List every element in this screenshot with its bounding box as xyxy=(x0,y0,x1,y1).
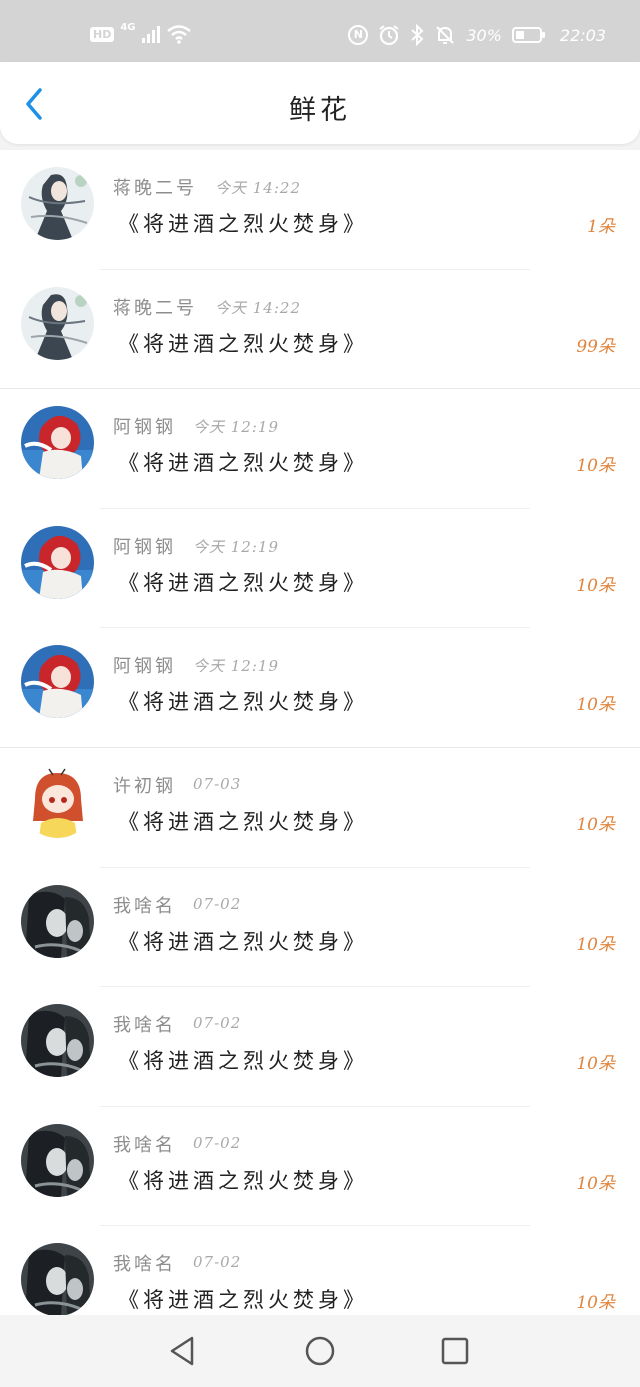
status-bar-left: HD 4G xyxy=(90,21,192,44)
clock: 22:03 xyxy=(559,25,606,45)
signal-icon xyxy=(141,25,160,43)
flower-count: 10朵 xyxy=(576,814,615,835)
send-time: 07-02 xyxy=(193,1133,242,1152)
send-time: 07-03 xyxy=(193,774,242,793)
sender-name[interactable]: 阿钢钢 xyxy=(113,533,176,559)
send-time: 今天 12:19 xyxy=(193,537,279,556)
nav-recents-button[interactable] xyxy=(439,1335,471,1367)
flower-count: 10朵 xyxy=(576,934,615,955)
flower-count: 99朵 xyxy=(576,336,615,357)
book-title[interactable]: 《将进酒之烈火焚身》 xyxy=(118,1045,368,1075)
avatar[interactable] xyxy=(21,1243,94,1315)
send-time: 07-02 xyxy=(193,1253,242,1272)
book-title[interactable]: 《将进酒之烈火焚身》 xyxy=(118,328,368,358)
avatar[interactable] xyxy=(21,1123,94,1197)
wifi-icon xyxy=(166,25,191,44)
square-recents-icon xyxy=(441,1337,469,1365)
book-title[interactable]: 《将进酒之烈火焚身》 xyxy=(118,567,368,597)
sender-name[interactable]: 许初钢 xyxy=(113,772,176,798)
book-title[interactable]: 《将进酒之烈火焚身》 xyxy=(118,1165,368,1195)
avatar[interactable] xyxy=(21,764,94,838)
avatar[interactable] xyxy=(21,167,94,240)
book-title[interactable]: 《将进酒之烈火焚身》 xyxy=(118,806,368,836)
alarm-icon xyxy=(379,25,399,46)
send-time: 今天 12:19 xyxy=(193,418,279,437)
circle-home-icon xyxy=(305,1336,335,1366)
nfc-icon: N xyxy=(348,25,369,45)
status-bar: HD 4G N 30% 22:03 xyxy=(0,0,640,62)
sender-name[interactable]: 我啥名 xyxy=(113,892,176,918)
avatar[interactable] xyxy=(21,406,94,480)
sender-name[interactable]: 阿钢钢 xyxy=(113,652,176,678)
hd-badge: HD xyxy=(90,26,115,42)
flower-record-row[interactable]: 蒋晚二号 今天 14:22 《将进酒之烈火焚身》 99朵 xyxy=(0,270,640,390)
battery-percent: 30% xyxy=(466,25,502,45)
sender-name[interactable]: 我啥名 xyxy=(113,1011,176,1037)
app-header: 鲜花 xyxy=(0,62,640,144)
send-time: 07-02 xyxy=(193,1014,242,1033)
book-title[interactable]: 《将进酒之烈火焚身》 xyxy=(118,1284,368,1314)
sender-name[interactable]: 蒋晚二号 xyxy=(113,174,197,200)
flower-record-row[interactable]: 我啥名 07-02 《将进酒之烈火焚身》 10朵 xyxy=(0,868,640,988)
sender-name[interactable]: 阿钢钢 xyxy=(113,413,176,439)
triangle-back-icon xyxy=(170,1336,194,1366)
avatar[interactable] xyxy=(21,286,94,360)
battery-icon xyxy=(511,27,545,43)
flower-record-list[interactable]: 蒋晚二号 今天 14:22 《将进酒之烈火焚身》 1朵 蒋晚二号 今天 14:22 《将进酒… xyxy=(0,150,640,1315)
avatar[interactable] xyxy=(21,884,94,958)
book-title[interactable]: 《将进酒之烈火焚身》 xyxy=(118,208,368,238)
flower-count: 10朵 xyxy=(576,695,615,716)
nav-home-button[interactable] xyxy=(304,1335,336,1367)
mute-icon xyxy=(436,26,455,44)
book-title[interactable]: 《将进酒之烈火焚身》 xyxy=(118,926,368,956)
flower-record-row[interactable]: 我啥名 07-02 《将进酒之烈火焚身》 10朵 xyxy=(0,1107,640,1227)
nav-back-button[interactable] xyxy=(166,1335,198,1367)
send-time: 今天 14:22 xyxy=(215,298,301,317)
avatar[interactable] xyxy=(21,525,94,599)
flower-record-row[interactable]: 蒋晚二号 今天 14:22 《将进酒之烈火焚身》 1朵 xyxy=(0,150,640,270)
page-title: 鲜花 xyxy=(289,95,351,126)
avatar[interactable] xyxy=(21,1004,94,1078)
flower-count: 1朵 xyxy=(587,217,615,237)
flower-count: 10朵 xyxy=(576,1054,615,1075)
flower-count: 10朵 xyxy=(576,1293,615,1314)
send-time: 07-02 xyxy=(193,894,242,913)
flower-count: 10朵 xyxy=(576,575,615,596)
status-bar-right: N 30% 22:03 xyxy=(348,24,606,46)
flower-record-row[interactable]: 阿钢钢 今天 12:19 《将进酒之烈火焚身》 10朵 xyxy=(0,389,640,509)
send-time: 今天 14:22 xyxy=(215,179,301,197)
flower-record-row[interactable]: 许初钢 07-03 《将进酒之烈火焚身》 10朵 xyxy=(0,748,640,868)
system-nav-bar xyxy=(0,1315,640,1387)
flower-record-row[interactable]: 我啥名 07-02 《将进酒之烈火焚身》 10朵 xyxy=(0,1226,640,1315)
flower-count: 10朵 xyxy=(576,456,615,477)
sender-name[interactable]: 蒋晚二号 xyxy=(113,294,197,320)
bluetooth-icon xyxy=(411,24,424,46)
flower-record-row[interactable]: 我啥名 07-02 《将进酒之烈火焚身》 10朵 xyxy=(0,987,640,1107)
book-title[interactable]: 《将进酒之烈火焚身》 xyxy=(118,447,368,477)
send-time: 今天 12:19 xyxy=(193,657,279,676)
network-type: 4G xyxy=(120,21,136,33)
sender-name[interactable]: 我啥名 xyxy=(113,1250,176,1276)
flower-record-row[interactable]: 阿钢钢 今天 12:19 《将进酒之烈火焚身》 10朵 xyxy=(0,509,640,629)
sender-name[interactable]: 我啥名 xyxy=(113,1131,176,1157)
flower-count: 10朵 xyxy=(576,1173,615,1194)
flower-record-row[interactable]: 阿钢钢 今天 12:19 《将进酒之烈火焚身》 10朵 xyxy=(0,628,640,748)
avatar[interactable] xyxy=(21,645,94,719)
book-title[interactable]: 《将进酒之烈火焚身》 xyxy=(118,686,368,716)
